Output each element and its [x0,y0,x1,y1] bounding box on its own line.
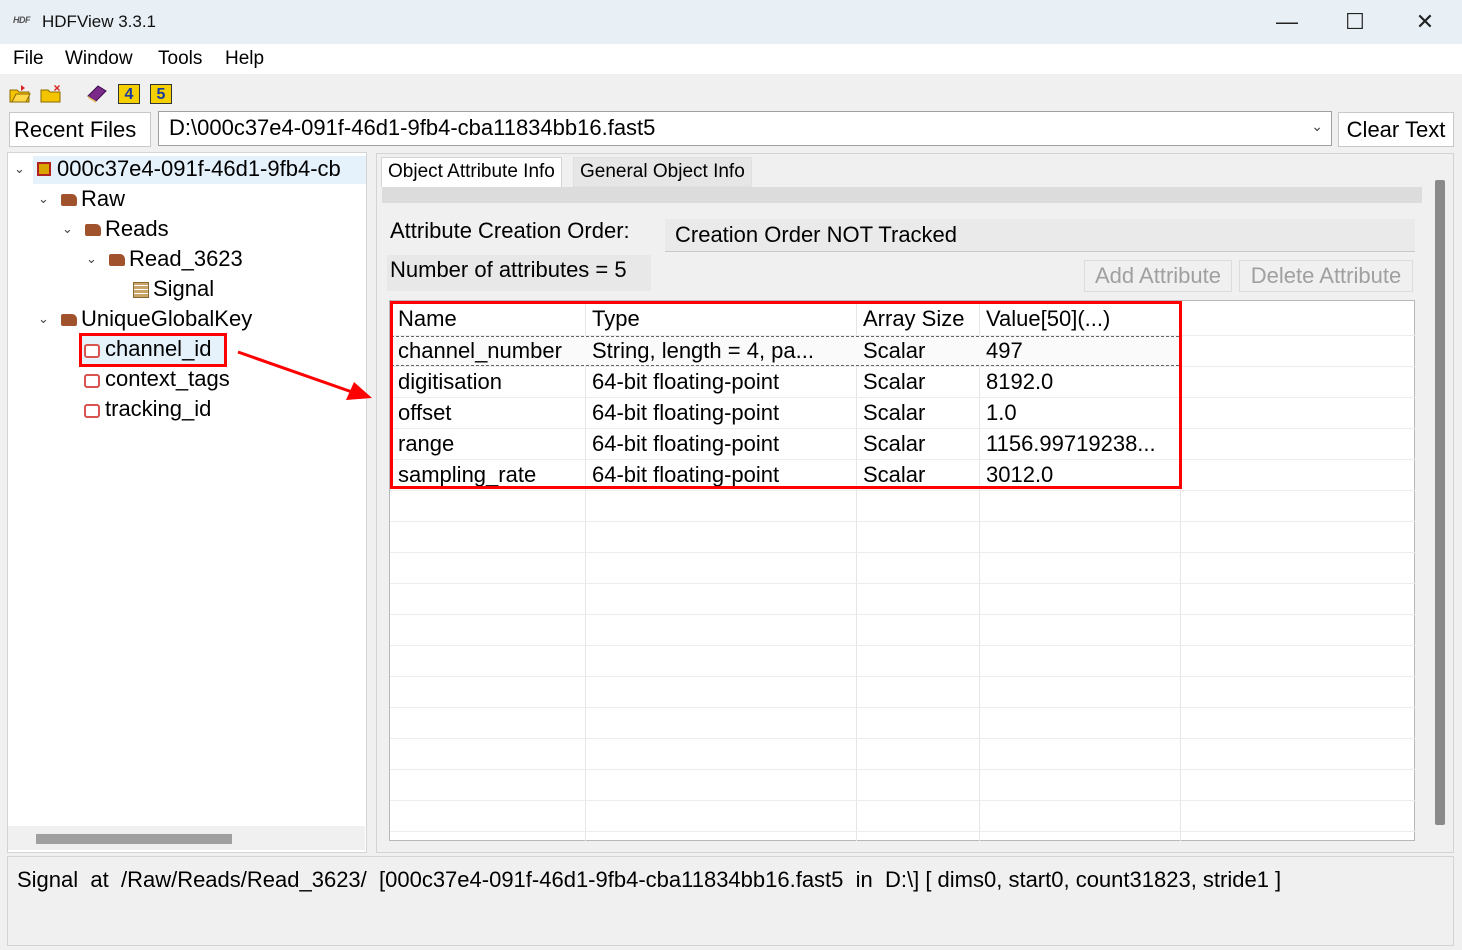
open-folder-icon[interactable] [9,84,31,104]
chevron-down-icon[interactable]: ⌄ [38,311,52,327]
attribute-count-label: Number of attributes = 5 [390,257,627,282]
chevron-down-icon[interactable]: ⌄ [1311,118,1323,135]
table-cell[interactable]: Scalar [863,459,977,490]
scrollbar-thumb[interactable] [36,834,232,844]
tree-label-root: 000c37e4-091f-46d1-9fb4-cb [57,156,341,181]
delete-attribute-button[interactable]: Delete Attribute [1239,260,1413,292]
new-folder-icon[interactable] [40,84,62,104]
maximize-button[interactable]: ☐ [1320,0,1390,44]
table-cell[interactable]: Scalar [863,366,977,397]
table-cell[interactable]: 64-bit floating-point [592,459,854,490]
table-cell[interactable]: 1156.99719238... [986,428,1178,459]
group-folder-icon [85,224,101,236]
creation-order-field: Creation Order NOT Tracked [665,219,1415,252]
group-attr-icon [84,404,100,418]
help-book-icon[interactable] [86,84,108,104]
table-cell[interactable]: 1.0 [986,397,1178,428]
hdf-logo-icon: HDF [13,15,31,25]
creation-order-label: Attribute Creation Order: [390,218,630,243]
tree-item-root[interactable]: 000c37e4-091f-46d1-9fb4-cb [33,156,366,184]
title-bar: HDF HDFView 3.3.1 — ☐ ✕ [0,0,1462,44]
status-bar: Signal at /Raw/Reads/Read_3623/ [000c37e… [7,856,1454,946]
table-cell[interactable]: digitisation [398,366,585,397]
window-title: HDFView 3.3.1 [42,12,157,31]
table-cell[interactable]: Scalar [863,335,977,366]
hdf-file-icon [37,162,51,176]
table-cell[interactable]: 8192.0 [986,366,1178,397]
chevron-down-icon[interactable]: ⌄ [38,191,52,207]
table-cell[interactable]: 3012.0 [986,459,1178,490]
group-folder-icon [61,194,77,206]
menu-window[interactable]: Window [65,48,133,70]
scrollbar-thumb[interactable] [1435,180,1445,825]
tree-label-uniqueglobalkey: UniqueGlobalKey [81,306,253,331]
table-cell[interactable]: 64-bit floating-point [592,366,854,397]
tree-label-signal: Signal [153,276,215,301]
tree-label-read: Read_3623 [129,246,243,271]
table-cell[interactable]: 64-bit floating-point [592,397,854,428]
clear-text-button[interactable]: Clear Text [1338,112,1454,147]
file-path-value: D:\000c37e4-091f-46d1-9fb4-cba11834bb16.… [169,115,656,140]
group-attr-icon [84,374,100,388]
table-cell[interactable]: Scalar [863,397,977,428]
table-cell[interactable]: offset [398,397,585,428]
panel-vertical-scrollbar[interactable] [1428,160,1450,850]
content-top-strip [382,187,1422,203]
creation-order-value: Creation Order NOT Tracked [675,222,958,247]
file-tree: 000c37e4-091f-46d1-9fb4-cb ⌄ Raw ⌄ Reads… [7,152,367,853]
recent-files-button[interactable]: Recent Files [9,112,151,147]
tree-label-raw: Raw [81,186,126,211]
toolbar: 4 5 [0,74,1462,110]
hdf4-icon[interactable]: 4 [118,84,140,104]
group-folder-icon [61,314,77,326]
tree-label-reads: Reads [105,216,169,241]
chevron-down-icon[interactable]: ⌄ [62,221,76,237]
attribute-count-box: Number of attributes = 5 [387,255,651,291]
attribute-table[interactable]: Name Type Array Size Value[50](...) chan… [389,300,1415,841]
table-cell[interactable]: 497 [986,335,1178,366]
column-header-name[interactable]: Name [398,303,583,334]
menu-tools[interactable]: Tools [158,48,202,70]
minimize-button[interactable]: — [1252,0,1322,44]
dataset-icon [133,282,149,298]
close-button[interactable]: ✕ [1390,0,1460,44]
tree-label-context-tags: context_tags [105,366,230,391]
group-folder-icon [109,254,125,266]
tree-horizontal-scrollbar[interactable] [8,826,365,850]
table-cell[interactable]: Scalar [863,428,977,459]
tree-label-channel-id: channel_id [105,336,212,361]
hdf5-icon[interactable]: 5 [150,84,172,104]
chevron-down-icon[interactable]: ⌄ [14,161,28,177]
group-attr-icon [84,344,100,358]
status-text: Signal at /Raw/Reads/Read_3623/ [000c37e… [17,867,1282,892]
table-cell[interactable]: range [398,428,585,459]
tree-label-tracking-id: tracking_id [105,396,212,421]
recent-files-combo[interactable]: D:\000c37e4-091f-46d1-9fb4-cba11834bb16.… [158,111,1332,146]
tab-object-attribute-info[interactable]: Object Attribute Info [381,157,562,187]
add-attribute-button[interactable]: Add Attribute [1084,260,1232,292]
column-header-type[interactable]: Type [592,303,854,334]
column-header-array-size[interactable]: Array Size [863,303,977,334]
table-cell[interactable]: channel_number [398,335,585,366]
table-cell[interactable]: String, length = 4, pa... [592,335,854,366]
tree-item-channel-id[interactable]: channel_id [82,336,226,364]
menu-file[interactable]: File [13,48,44,70]
chevron-down-icon[interactable]: ⌄ [86,251,100,267]
column-header-value[interactable]: Value[50](...) [986,303,1178,334]
tab-general-object-info[interactable]: General Object Info [573,157,752,187]
menu-bar: File Window Tools Help [0,44,1462,74]
menu-help[interactable]: Help [225,48,264,70]
table-cell[interactable]: sampling_rate [398,459,585,490]
table-cell[interactable]: 64-bit floating-point [592,428,854,459]
